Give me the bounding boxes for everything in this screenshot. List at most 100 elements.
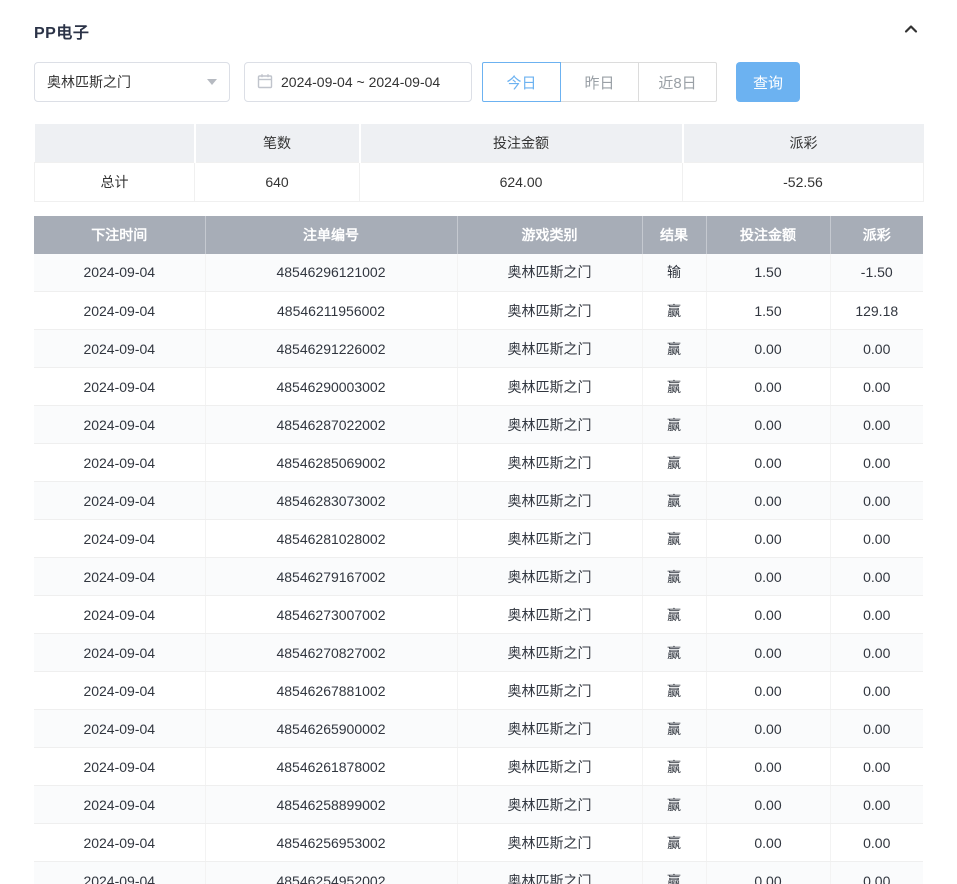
- yesterday-button[interactable]: 昨日: [560, 62, 639, 102]
- cell-game-category: 奥林匹斯之门: [457, 558, 642, 596]
- cell-result: 赢: [642, 368, 706, 406]
- cell-bet-time: 2024-09-04: [34, 824, 205, 862]
- cell-bet-amount: 1.50: [706, 292, 830, 330]
- cell-order-number: 48546270827002: [205, 634, 457, 672]
- cell-order-number: 48546291226002: [205, 330, 457, 368]
- game-select[interactable]: 奥林匹斯之门: [34, 62, 230, 102]
- cell-bet-time: 2024-09-04: [34, 330, 205, 368]
- cell-payout: 0.00: [830, 748, 923, 786]
- cell-bet-amount: 0.00: [706, 558, 830, 596]
- cell-bet-amount: 0.00: [706, 786, 830, 824]
- cell-bet-amount: 0.00: [706, 406, 830, 444]
- cell-result: 赢: [642, 786, 706, 824]
- cell-game-category: 奥林匹斯之门: [457, 482, 642, 520]
- cell-order-number: 48546290003002: [205, 368, 457, 406]
- cell-order-number: 48546287022002: [205, 406, 457, 444]
- cell-order-number: 48546267881002: [205, 672, 457, 710]
- cell-order-number: 48546261878002: [205, 748, 457, 786]
- cell-bet-time: 2024-09-04: [34, 368, 205, 406]
- cell-result: 赢: [642, 444, 706, 482]
- cell-bet-time: 2024-09-04: [34, 520, 205, 558]
- header-payout: 派彩: [830, 216, 923, 254]
- cell-result: 赢: [642, 406, 706, 444]
- cell-payout: 0.00: [830, 482, 923, 520]
- cell-bet-amount: 0.00: [706, 748, 830, 786]
- cell-game-category: 奥林匹斯之门: [457, 596, 642, 634]
- cell-game-category: 奥林匹斯之门: [457, 330, 642, 368]
- summary-header-count: 笔数: [195, 124, 360, 162]
- cell-game-category: 奥林匹斯之门: [457, 710, 642, 748]
- cell-bet-amount: 1.50: [706, 254, 830, 292]
- cell-bet-time: 2024-09-04: [34, 254, 205, 292]
- summary-header-row: 笔数 投注金额 派彩: [35, 124, 924, 162]
- cell-result: 赢: [642, 596, 706, 634]
- game-select-value: 奥林匹斯之门: [47, 72, 131, 92]
- cell-game-category: 奥林匹斯之门: [457, 672, 642, 710]
- cell-bet-time: 2024-09-04: [34, 672, 205, 710]
- summary-header-payout: 派彩: [683, 124, 924, 162]
- chevron-up-icon: [901, 19, 921, 44]
- table-row: 2024-09-04 48546283073002 奥林匹斯之门 赢 0.00 …: [34, 482, 923, 520]
- cell-order-number: 48546256953002: [205, 824, 457, 862]
- table-row: 2024-09-04 48546273007002 奥林匹斯之门 赢 0.00 …: [34, 596, 923, 634]
- cell-game-category: 奥林匹斯之门: [457, 254, 642, 292]
- cell-bet-amount: 0.00: [706, 634, 830, 672]
- cell-bet-time: 2024-09-04: [34, 292, 205, 330]
- cell-result: 赢: [642, 748, 706, 786]
- cell-result: 赢: [642, 330, 706, 368]
- chevron-down-icon: [207, 79, 217, 85]
- cell-bet-time: 2024-09-04: [34, 596, 205, 634]
- header-bet-amount: 投注金额: [706, 216, 830, 254]
- date-range-input[interactable]: 2024-09-04 ~ 2024-09-04: [244, 62, 472, 102]
- cell-result: 输: [642, 254, 706, 292]
- cell-bet-amount: 0.00: [706, 710, 830, 748]
- cell-result: 赢: [642, 672, 706, 710]
- table-row: 2024-09-04 48546291226002 奥林匹斯之门 赢 0.00 …: [34, 330, 923, 368]
- cell-bet-amount: 0.00: [706, 482, 830, 520]
- cell-payout: 0.00: [830, 520, 923, 558]
- cell-result: 赢: [642, 634, 706, 672]
- cell-payout: 0.00: [830, 558, 923, 596]
- cell-order-number: 48546279167002: [205, 558, 457, 596]
- summary-total-row: 总计 640 624.00 -52.56: [35, 162, 924, 201]
- summary-total-count: 640: [195, 162, 360, 201]
- cell-result: 赢: [642, 862, 706, 884]
- cell-bet-amount: 0.00: [706, 824, 830, 862]
- cell-result: 赢: [642, 824, 706, 862]
- panel-title: PP电子: [34, 19, 89, 43]
- cell-bet-time: 2024-09-04: [34, 444, 205, 482]
- header-result: 结果: [642, 216, 706, 254]
- summary-total-payout: -52.56: [683, 162, 924, 201]
- table-row: 2024-09-04 48546267881002 奥林匹斯之门 赢 0.00 …: [34, 672, 923, 710]
- table-row: 2024-09-04 48546211956002 奥林匹斯之门 赢 1.50 …: [34, 292, 923, 330]
- cell-payout: 0.00: [830, 710, 923, 748]
- cell-order-number: 48546254952002: [205, 862, 457, 884]
- cell-payout: 0.00: [830, 824, 923, 862]
- collapse-panel-button[interactable]: [899, 19, 923, 43]
- cell-bet-amount: 0.00: [706, 672, 830, 710]
- cell-bet-time: 2024-09-04: [34, 634, 205, 672]
- cell-payout: 0.00: [830, 444, 923, 482]
- header-bet-time: 下注时间: [34, 216, 205, 254]
- table-row: 2024-09-04 48546258899002 奥林匹斯之门 赢 0.00 …: [34, 786, 923, 824]
- cell-bet-time: 2024-09-04: [34, 748, 205, 786]
- cell-order-number: 48546265900002: [205, 710, 457, 748]
- cell-bet-time: 2024-09-04: [34, 710, 205, 748]
- table-row: 2024-09-04 48546270827002 奥林匹斯之门 赢 0.00 …: [34, 634, 923, 672]
- summary-total-label: 总计: [35, 162, 195, 201]
- table-row: 2024-09-04 48546281028002 奥林匹斯之门 赢 0.00 …: [34, 520, 923, 558]
- cell-bet-amount: 0.00: [706, 330, 830, 368]
- summary-total-bet-amount: 624.00: [360, 162, 683, 201]
- header-order-number: 注单编号: [205, 216, 457, 254]
- table-row: 2024-09-04 48546296121002 奥林匹斯之门 输 1.50 …: [34, 254, 923, 292]
- today-button[interactable]: 今日: [482, 62, 561, 102]
- quick-date-button-group: 今日 昨日 近8日: [482, 62, 717, 102]
- calendar-icon: [257, 73, 273, 92]
- table-row: 2024-09-04 48546261878002 奥林匹斯之门 赢 0.00 …: [34, 748, 923, 786]
- table-row: 2024-09-04 48546254952002 奥林匹斯之门 赢 0.00 …: [34, 862, 923, 884]
- cell-bet-amount: 0.00: [706, 520, 830, 558]
- search-button[interactable]: 查询: [736, 62, 800, 102]
- cell-payout: 0.00: [830, 406, 923, 444]
- last-8-days-button[interactable]: 近8日: [638, 62, 717, 102]
- cell-bet-time: 2024-09-04: [34, 406, 205, 444]
